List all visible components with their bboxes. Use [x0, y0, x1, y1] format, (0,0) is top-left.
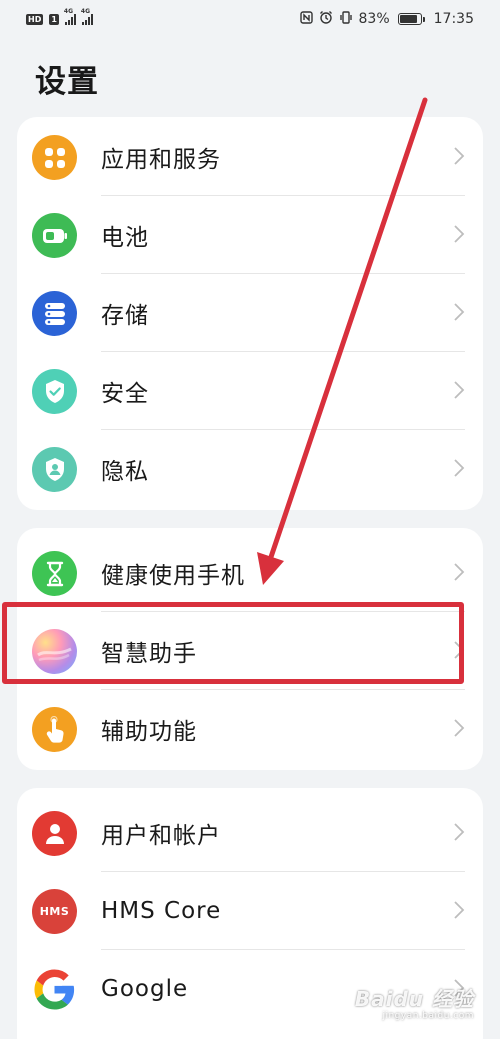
hms-icon: HMS	[32, 889, 77, 934]
apps-services-icon	[32, 135, 77, 180]
settings-item-battery[interactable]: 电池	[17, 196, 483, 274]
highlight-box	[2, 602, 464, 684]
chevron-right-icon	[454, 147, 465, 165]
settings-item-users-accounts[interactable]: 用户和帐户	[17, 794, 483, 872]
settings-item-label: 电池	[101, 225, 149, 251]
user-icon	[32, 811, 77, 856]
settings-item-accessibility[interactable]: 辅助功能	[17, 690, 483, 768]
nfc-icon	[299, 10, 313, 28]
settings-item-security[interactable]: 安全	[17, 352, 483, 430]
vibrate-icon	[339, 10, 353, 28]
privacy-icon	[32, 447, 77, 492]
battery-icon	[32, 213, 77, 258]
chevron-right-icon	[454, 563, 465, 581]
settings-item-label: 隐私	[101, 459, 149, 485]
chevron-right-icon	[454, 901, 465, 919]
status-left: HD 1 4G 4G	[26, 8, 93, 25]
settings-item-label: 用户和帐户	[101, 823, 221, 849]
status-right: 83% 17:35	[299, 10, 474, 28]
settings-item-label: HMS Core	[101, 898, 222, 924]
watermark-url: jingyan.baidu.com	[382, 1011, 474, 1021]
google-icon	[32, 967, 77, 1012]
status-time: 17:35	[433, 11, 474, 27]
settings-item-apps-services[interactable]: 应用和服务	[17, 118, 483, 196]
sim1-icon: 1	[49, 13, 59, 25]
status-bar: HD 1 4G 4G 83% 17:35	[0, 0, 500, 38]
settings-item-label: 健康使用手机	[101, 563, 245, 589]
security-shield-icon	[32, 369, 77, 414]
battery-icon	[397, 13, 425, 25]
settings-item-label: 辅助功能	[101, 719, 197, 745]
hd-icon: HD	[26, 13, 44, 25]
storage-icon	[32, 291, 77, 336]
settings-item-hms-core[interactable]: HMS HMS Core	[17, 872, 483, 950]
chevron-right-icon	[454, 225, 465, 243]
settings-item-storage[interactable]: 存储	[17, 274, 483, 352]
settings-item-digital-balance[interactable]: 健康使用手机	[17, 534, 483, 612]
hourglass-icon	[32, 551, 77, 596]
chevron-right-icon	[454, 823, 465, 841]
alarm-icon	[319, 10, 333, 28]
settings-item-label: 存储	[101, 303, 149, 329]
watermark-brand: Baidu 经验	[354, 987, 474, 1011]
settings-group-1: 应用和服务 电池 存储 安全 隐私	[17, 117, 483, 510]
battery-percent: 83%	[358, 11, 390, 27]
chevron-right-icon	[454, 459, 465, 477]
signal-icon-2: 4G	[81, 8, 93, 25]
settings-item-privacy[interactable]: 隐私	[17, 430, 483, 508]
settings-item-label: 安全	[101, 381, 149, 407]
chevron-right-icon	[454, 719, 465, 737]
accessibility-hand-icon	[32, 707, 77, 752]
hms-badge-text: HMS	[39, 905, 70, 918]
chevron-right-icon	[454, 303, 465, 321]
signal-icon-1: 4G	[64, 8, 76, 25]
settings-item-label: 应用和服务	[101, 147, 221, 173]
baidu-watermark: Baidu 经验 jingyan.baidu.com	[355, 983, 474, 1021]
chevron-right-icon	[454, 381, 465, 399]
page-title: 设置	[35, 64, 99, 100]
settings-item-label: Google	[101, 976, 189, 1002]
